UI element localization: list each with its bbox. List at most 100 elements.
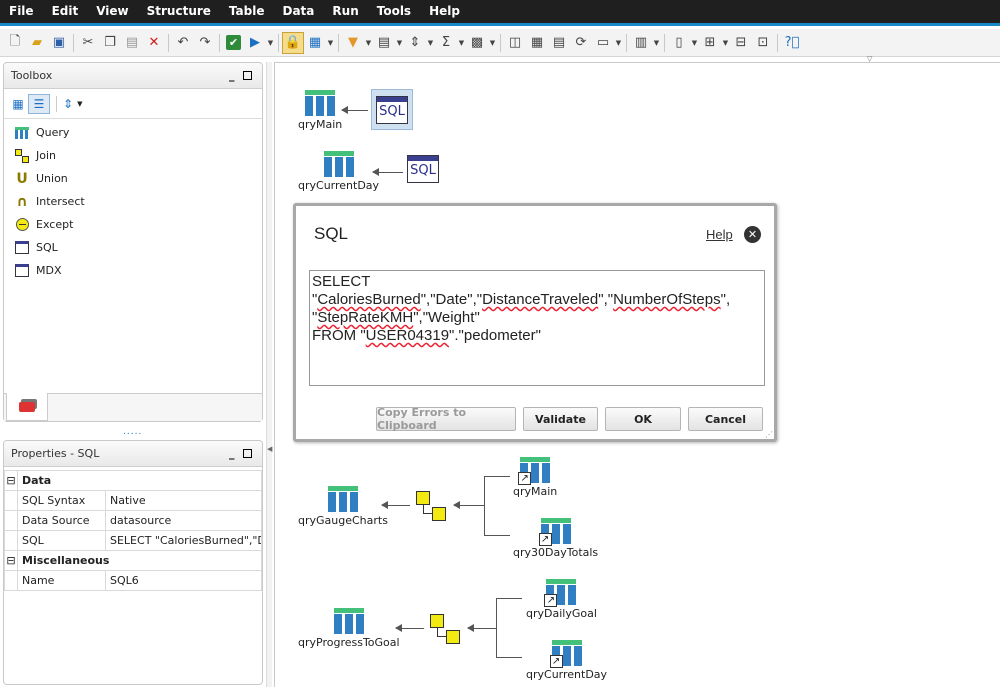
chevron-down-icon[interactable]: ▼ bbox=[690, 32, 699, 54]
cut-icon[interactable]: ✂ bbox=[77, 32, 99, 54]
chevron-down-icon[interactable]: ▼ bbox=[395, 32, 404, 54]
query-node-qrymain-ref[interactable]: ↗ qryMain bbox=[513, 457, 557, 498]
sort-icon[interactable]: ⇕ bbox=[63, 97, 73, 111]
property-value[interactable]: Native bbox=[105, 490, 262, 511]
chevron-down-icon[interactable]: ▼ bbox=[721, 32, 730, 54]
layout-icon[interactable]: ▦ bbox=[304, 32, 326, 54]
sql-editor[interactable]: SELECT "CaloriesBurned","Date","DistanceT… bbox=[309, 270, 765, 386]
chevron-down-icon[interactable]: ▼ bbox=[652, 32, 661, 54]
toolbox-item-sql[interactable]: SQL bbox=[4, 236, 262, 259]
maximize-icon[interactable] bbox=[243, 71, 252, 80]
menu-file[interactable]: File bbox=[0, 0, 43, 23]
menu-run[interactable]: Run bbox=[323, 0, 367, 23]
toolbox-item-except[interactable]: Except bbox=[4, 213, 262, 236]
columns-icon[interactable]: ▩ bbox=[466, 32, 488, 54]
query-node-qrycurrentday-ref[interactable]: ↗ qryCurrentDay bbox=[526, 640, 607, 681]
join-node[interactable] bbox=[416, 491, 448, 521]
lock-icon[interactable]: 🔒 bbox=[282, 31, 304, 54]
toolbox-item-mdx[interactable]: MDX bbox=[4, 259, 262, 282]
validate-button[interactable]: Validate bbox=[523, 407, 598, 431]
chevron-down-icon[interactable]: ▼ bbox=[266, 32, 275, 54]
help-link[interactable]: Help bbox=[706, 227, 733, 242]
property-category[interactable]: ⊟ Miscellaneous bbox=[4, 550, 262, 571]
property-row[interactable]: SQLSELECT "CaloriesBurned","Da... bbox=[4, 530, 262, 551]
menu-view[interactable]: View bbox=[87, 0, 137, 23]
property-value[interactable]: datasource bbox=[105, 510, 262, 531]
splitter-handle[interactable]: ..... bbox=[123, 427, 142, 437]
page-icon[interactable]: ▭ bbox=[592, 32, 614, 54]
chevron-down-icon[interactable]: ▼ bbox=[364, 32, 373, 54]
query-node-qrygaugecharts[interactable]: qryGaugeCharts bbox=[298, 486, 388, 527]
query-node-qrydailygoal[interactable]: ↗ qryDailyGoal bbox=[526, 579, 597, 620]
query-node-qry30daytotals[interactable]: ↗ qry30DayTotals bbox=[513, 518, 598, 559]
collapse-icon[interactable]: ⊟ bbox=[4, 470, 18, 491]
new-icon[interactable]: 🗋 bbox=[4, 32, 26, 54]
minimize-icon[interactable]: _ bbox=[229, 69, 235, 82]
validate-icon[interactable]: ✔ bbox=[226, 35, 241, 50]
sort-icon[interactable]: ⇕ bbox=[404, 32, 426, 54]
property-value[interactable]: SELECT "CaloriesBurned","Da... bbox=[105, 530, 262, 551]
copy-icon[interactable]: ❐ bbox=[99, 32, 121, 54]
menu-table[interactable]: Table bbox=[220, 0, 274, 23]
help-icon[interactable]: ?⃝ bbox=[781, 32, 803, 54]
property-value[interactable]: SQL6 bbox=[105, 570, 262, 591]
sum-icon[interactable]: Σ bbox=[435, 32, 457, 54]
toolbox-item-query[interactable]: Query bbox=[4, 121, 262, 144]
save-icon[interactable]: ▣ bbox=[48, 32, 70, 54]
border-icon[interactable]: ⊞ bbox=[699, 32, 721, 54]
query-node-qryprogresstogoal[interactable]: qryProgressToGoal bbox=[298, 608, 400, 649]
menu-structure[interactable]: Structure bbox=[138, 0, 220, 23]
report-icon[interactable]: ▯ bbox=[668, 32, 690, 54]
property-row[interactable]: Data Source datasource bbox=[4, 510, 262, 531]
ok-button[interactable]: OK bbox=[605, 407, 681, 431]
menu-help[interactable]: Help bbox=[420, 0, 469, 23]
delete-icon[interactable]: ✕ bbox=[143, 32, 165, 54]
grid-icon[interactable]: ▤ bbox=[548, 32, 570, 54]
table-icon[interactable]: ▦ bbox=[526, 32, 548, 54]
chevron-down-icon[interactable]: ▼ bbox=[614, 32, 623, 54]
copy-errors-button[interactable]: Copy Errors to Clipboard bbox=[376, 406, 516, 432]
run-icon[interactable]: ▶ bbox=[244, 32, 266, 54]
collapse-arrow-icon[interactable]: ◀ bbox=[267, 445, 272, 453]
query-node-qrycurrentday[interactable]: qryCurrentDay bbox=[298, 151, 379, 192]
join-node[interactable] bbox=[430, 614, 462, 644]
redo-icon[interactable]: ↷ bbox=[194, 32, 216, 54]
undo-icon[interactable]: ↶ bbox=[172, 32, 194, 54]
chevron-down-icon[interactable]: ▼ bbox=[426, 32, 435, 54]
property-row[interactable]: Name SQL6 bbox=[4, 570, 262, 591]
property-row[interactable]: SQL Syntax Native bbox=[4, 490, 262, 511]
group-icon[interactable]: ▤ bbox=[373, 32, 395, 54]
maximize-icon[interactable] bbox=[243, 449, 252, 458]
minimize-icon[interactable]: _ bbox=[229, 447, 235, 460]
chart-icon[interactable]: ▥ bbox=[630, 32, 652, 54]
paste-icon[interactable]: ▤ bbox=[121, 32, 143, 54]
collapse-strip[interactable]: ◀ bbox=[266, 62, 272, 687]
list-view-icon[interactable]: ☰ bbox=[28, 93, 50, 114]
panel-icon[interactable]: ◫ bbox=[504, 32, 526, 54]
refresh-icon[interactable]: ⟳ bbox=[570, 32, 592, 54]
close-icon[interactable]: ✕ bbox=[744, 226, 761, 243]
property-category[interactable]: ⊟ Data bbox=[4, 470, 262, 491]
filter-icon[interactable]: ▼ bbox=[342, 32, 364, 54]
open-icon[interactable]: ▰ bbox=[26, 32, 48, 54]
menu-edit[interactable]: Edit bbox=[43, 0, 88, 23]
toolbox-item-join[interactable]: Join bbox=[4, 144, 262, 167]
sql-node[interactable]: SQL bbox=[407, 155, 439, 183]
query-node-qrymain[interactable]: qryMain bbox=[298, 90, 342, 131]
chevron-down-icon[interactable]: ▼ bbox=[77, 100, 82, 108]
toolbox-tab[interactable] bbox=[6, 393, 48, 421]
chevron-down-icon[interactable]: ▽ bbox=[867, 55, 872, 63]
chevron-down-icon[interactable]: ▼ bbox=[326, 32, 335, 54]
toolbox-item-union[interactable]: U Union bbox=[4, 167, 262, 190]
menu-data[interactable]: Data bbox=[274, 0, 324, 23]
insert-row-icon[interactable]: ⊟ bbox=[730, 32, 752, 54]
collapse-icon[interactable]: ⊟ bbox=[4, 550, 18, 571]
menu-tools[interactable]: Tools bbox=[368, 0, 420, 23]
resize-grip-icon[interactable]: ⋰ bbox=[765, 430, 773, 439]
toolbox-item-intersect[interactable]: ∩ Intersect bbox=[4, 190, 262, 213]
sql-node-selected[interactable]: SQL bbox=[371, 89, 413, 130]
grid-view-icon[interactable]: ▦ bbox=[8, 94, 28, 114]
chevron-down-icon[interactable]: ▼ bbox=[457, 32, 466, 54]
align-icon[interactable]: ⊡ bbox=[752, 32, 774, 54]
chevron-down-icon[interactable]: ▼ bbox=[488, 32, 497, 54]
